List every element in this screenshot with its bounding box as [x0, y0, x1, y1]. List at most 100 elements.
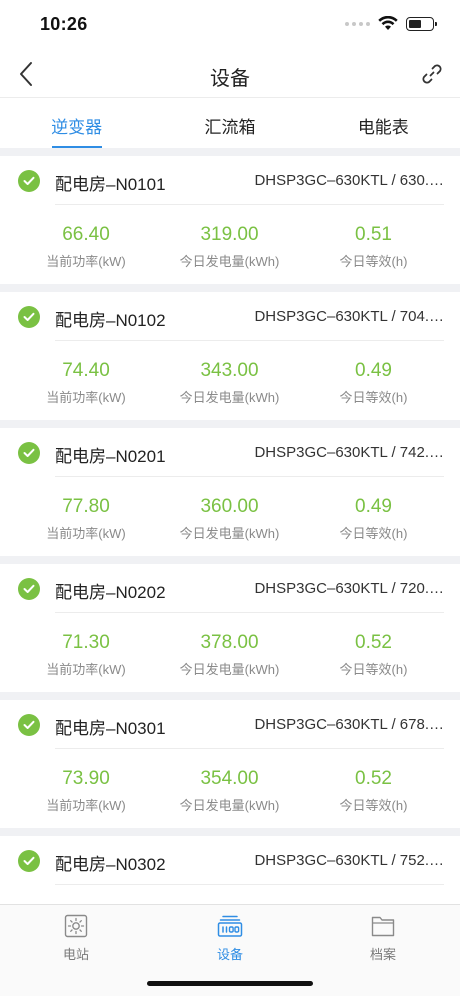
bottom-tab-archive[interactable]: 档案	[333, 913, 433, 963]
bottom-tab-station[interactable]: 电站	[26, 913, 126, 963]
page-title: 设备	[210, 68, 250, 90]
device-card[interactable]: 配电房–N0301 DHSP3GC–630KTL / 678.… 73.90 当…	[0, 700, 460, 828]
hours-value: 0.51	[355, 224, 392, 245]
divider	[55, 612, 444, 613]
divider	[55, 476, 444, 477]
check-circle-icon	[18, 578, 40, 600]
power-value: 77.80	[62, 496, 110, 517]
device-card-header: 配电房–N0301 DHSP3GC–630KTL / 678.…	[0, 700, 460, 749]
energy-value: 378.00	[200, 632, 259, 653]
metric-hours: 0.49 今日等效(h)	[287, 360, 460, 406]
status-time: 10:26	[40, 14, 88, 34]
metric-power: 71.30 当前功率(kW)	[0, 632, 172, 678]
status-bar: 10:26	[0, 0, 460, 50]
divider	[55, 884, 444, 885]
wifi-icon	[378, 16, 398, 30]
device-model: DHSP3GC–630KTL / 678.…	[254, 716, 444, 733]
device-card[interactable]: 配电房–N0101 DHSP3GC–630KTL / 630.… 66.40 当…	[0, 156, 460, 284]
power-value: 74.40	[62, 360, 110, 381]
hours-label: 今日等效(h)	[339, 798, 408, 813]
device-card-header: 配电房–N0202 DHSP3GC–630KTL / 720.…	[0, 564, 460, 613]
device-name: 配电房–N0101	[55, 175, 166, 194]
device-metrics: 73.90 当前功率(kW) 354.00 今日发电量(kWh) 0.52 今日…	[0, 768, 460, 814]
device-name: 配电房–N0301	[55, 719, 166, 738]
energy-value: 360.00	[200, 496, 259, 517]
tab-inverter[interactable]: 逆变器	[0, 98, 153, 148]
check-circle-icon	[18, 170, 40, 192]
divider	[55, 204, 444, 205]
check-circle-icon	[18, 306, 40, 328]
metric-power: 77.80 当前功率(kW)	[0, 496, 172, 542]
metric-energy: 378.00 今日发电量(kWh)	[172, 632, 287, 678]
device-metrics: 77.80 当前功率(kW) 360.00 今日发电量(kWh) 0.49 今日…	[0, 496, 460, 542]
device-metrics: 74.40 当前功率(kW) 343.00 今日发电量(kWh) 0.49 今日…	[0, 360, 460, 406]
energy-value: 319.00	[200, 224, 259, 245]
device-model: DHSP3GC–630KTL / 720.…	[254, 580, 444, 597]
check-circle-icon	[18, 442, 40, 464]
sun-icon	[64, 914, 88, 938]
link-icon	[422, 64, 442, 84]
energy-label: 今日发电量(kWh)	[179, 798, 280, 813]
power-value: 66.40	[62, 224, 110, 245]
check-circle-icon	[18, 850, 40, 872]
metric-energy: 319.00 今日发电量(kWh)	[172, 224, 287, 270]
hours-value: 0.49	[355, 496, 392, 517]
hours-label: 今日等效(h)	[339, 390, 408, 405]
device-metrics: 71.30 当前功率(kW) 378.00 今日发电量(kWh) 0.52 今日…	[0, 632, 460, 678]
status-icons	[345, 16, 437, 31]
tab-energy-meter[interactable]: 电能表	[307, 98, 460, 148]
device-model: DHSP3GC–630KTL / 752.…	[254, 852, 444, 869]
device-name: 配电房–N0102	[55, 311, 166, 330]
device-list[interactable]: 配电房–N0101 DHSP3GC–630KTL / 630.… 66.40 当…	[0, 148, 460, 904]
power-label: 当前功率(kW)	[46, 390, 126, 405]
device-type-tabs: 逆变器 汇流箱 电能表	[0, 98, 460, 148]
metric-hours: 0.49 今日等效(h)	[287, 496, 460, 542]
device-name: 配电房–N0302	[55, 855, 166, 874]
device-icon	[217, 915, 243, 937]
link-button[interactable]	[416, 58, 448, 90]
bottom-tab-label: 设备	[216, 947, 243, 962]
device-card-header: 配电房–N0101 DHSP3GC–630KTL / 630.…	[0, 156, 460, 205]
power-label: 当前功率(kW)	[46, 526, 126, 541]
device-model: DHSP3GC–630KTL / 704.…	[254, 308, 444, 325]
device-model: DHSP3GC–630KTL / 630.…	[254, 172, 444, 189]
power-label: 当前功率(kW)	[46, 254, 126, 269]
metric-hours: 0.51 今日等效(h)	[287, 224, 460, 270]
device-card-header: 配电房–N0302 DHSP3GC–630KTL / 752.…	[0, 836, 460, 885]
bottom-tab-label: 档案	[369, 947, 396, 962]
tab-combiner-box[interactable]: 汇流箱	[153, 98, 306, 148]
device-card[interactable]: 配电房–N0102 DHSP3GC–630KTL / 704.… 74.40 当…	[0, 292, 460, 420]
energy-value: 354.00	[200, 768, 259, 789]
signal-icon	[345, 21, 370, 26]
device-name: 配电房–N0201	[55, 447, 166, 466]
nav-bar: 设备	[0, 50, 460, 98]
metric-power: 73.90 当前功率(kW)	[0, 768, 172, 814]
device-name: 配电房–N0202	[55, 583, 166, 602]
bottom-tab-device[interactable]: 设备	[180, 913, 280, 963]
battery-icon	[406, 16, 437, 31]
folder-icon	[371, 916, 395, 937]
power-label: 当前功率(kW)	[46, 798, 126, 813]
energy-label: 今日发电量(kWh)	[179, 390, 280, 405]
device-card[interactable]: 配电房–N0302 DHSP3GC–630KTL / 752.… 当前功率(kW…	[0, 836, 460, 904]
hours-value: 0.52	[355, 768, 392, 789]
hours-label: 今日等效(h)	[339, 662, 408, 677]
metric-energy: 360.00 今日发电量(kWh)	[172, 496, 287, 542]
metric-energy: 343.00 今日发电量(kWh)	[172, 360, 287, 406]
metric-power: 74.40 当前功率(kW)	[0, 360, 172, 406]
home-indicator[interactable]	[147, 981, 313, 986]
energy-label: 今日发电量(kWh)	[179, 662, 280, 677]
power-value: 71.30	[62, 632, 110, 653]
hours-label: 今日等效(h)	[339, 254, 408, 269]
power-value: 73.90	[62, 768, 110, 789]
device-card[interactable]: 配电房–N0201 DHSP3GC–630KTL / 742.… 77.80 当…	[0, 428, 460, 556]
metric-hours: 0.52 今日等效(h)	[287, 768, 460, 814]
bottom-tab-bar: 电站 设备 档案	[0, 904, 460, 996]
energy-label: 今日发电量(kWh)	[179, 526, 280, 541]
device-card[interactable]: 配电房–N0202 DHSP3GC–630KTL / 720.… 71.30 当…	[0, 564, 460, 692]
energy-label: 今日发电量(kWh)	[179, 254, 280, 269]
divider	[55, 748, 444, 749]
check-circle-icon	[18, 714, 40, 736]
device-card-header: 配电房–N0102 DHSP3GC–630KTL / 704.…	[0, 292, 460, 341]
hours-value: 0.52	[355, 632, 392, 653]
